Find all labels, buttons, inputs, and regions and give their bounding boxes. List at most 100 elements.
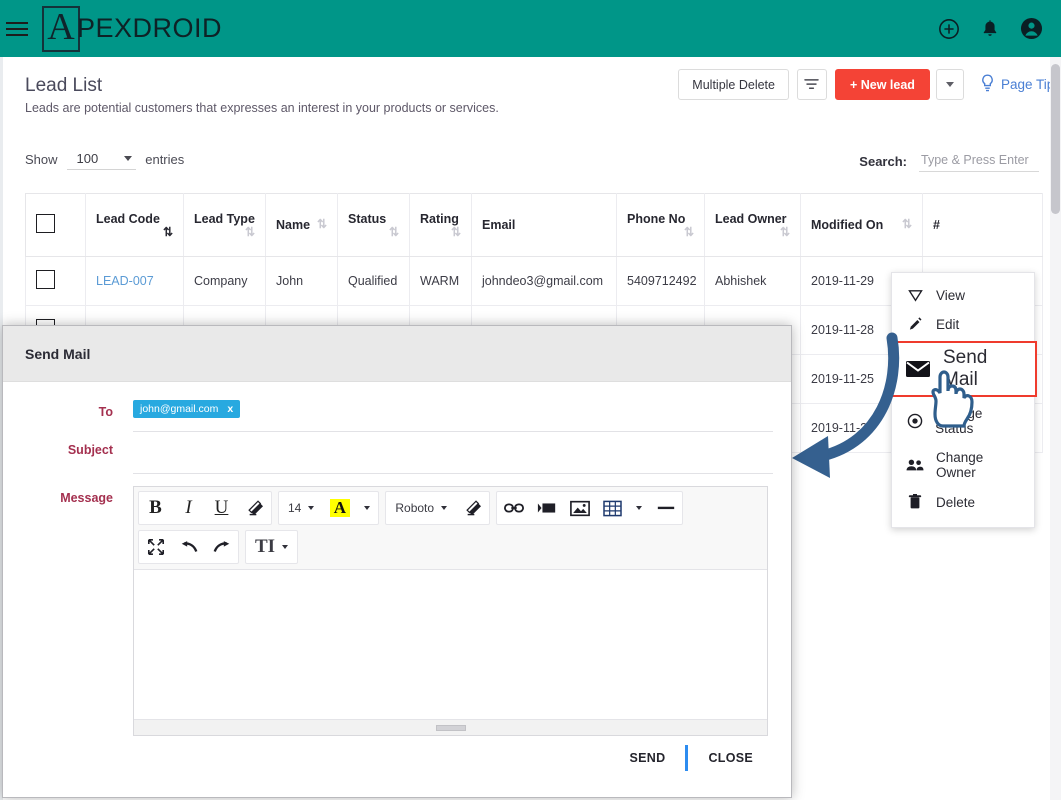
context-menu-label: Edit xyxy=(936,317,960,332)
lead-code-link[interactable]: LEAD-007 xyxy=(96,274,154,288)
column-name[interactable]: Name ⇅ xyxy=(265,193,338,257)
context-menu-item-change-owner[interactable]: Change Owner xyxy=(892,443,1034,487)
chevron-down-icon xyxy=(441,506,448,510)
sort-icon: ⇅ xyxy=(779,225,790,239)
font-size-dropdown[interactable]: 14 xyxy=(279,492,323,524)
column-status[interactable]: Status ⇅ xyxy=(337,193,410,257)
text-style-glyph: TI xyxy=(255,536,276,557)
clear-format-eraser-icon[interactable] xyxy=(238,492,271,524)
table-row[interactable]: LEAD-007 Company John Qualified WARM joh… xyxy=(25,256,1043,306)
select-all-header xyxy=(25,193,86,257)
underline-icon[interactable]: U xyxy=(205,492,238,524)
page-toolbar: Multiple Delete + New lead Page Tips xyxy=(678,69,1061,100)
video-icon[interactable] xyxy=(530,492,563,524)
multiple-delete-button[interactable]: Multiple Delete xyxy=(678,69,789,100)
editor-group-history xyxy=(138,530,239,564)
fullscreen-icon[interactable] xyxy=(139,531,172,563)
cell-name: John xyxy=(265,256,338,306)
undo-icon[interactable] xyxy=(172,531,205,563)
editor-group-font: Roboto xyxy=(385,491,491,525)
image-icon[interactable] xyxy=(563,492,596,524)
context-menu-item-edit[interactable]: Edit xyxy=(892,310,1034,339)
context-menu-label: Delete xyxy=(936,494,976,510)
message-field-row: Message B I U 14 A Roboto TI xyxy=(13,486,781,736)
hamburger-icon[interactable] xyxy=(2,21,36,36)
show-label: Show xyxy=(25,152,58,167)
view-triangle-icon xyxy=(906,289,924,302)
send-button[interactable]: SEND xyxy=(616,745,680,771)
horizontal-rule-icon[interactable] xyxy=(649,492,682,524)
account-circle-icon[interactable] xyxy=(1020,17,1043,40)
editor-resize-handle[interactable] xyxy=(134,719,767,735)
text-highlight-color-icon[interactable]: A xyxy=(323,492,356,524)
remove-format-eraser-icon[interactable] xyxy=(456,492,489,524)
entries-dropdown[interactable]: 100 xyxy=(66,149,137,170)
select-all-checkbox[interactable] xyxy=(36,214,55,233)
lightbulb-icon xyxy=(980,74,995,95)
table-icon[interactable] xyxy=(596,492,629,524)
column-label: Email xyxy=(482,218,516,232)
sort-icon: ⇅ xyxy=(162,225,173,239)
column-modified-on[interactable]: Modified On ⇅ xyxy=(800,193,923,257)
search-input[interactable] xyxy=(919,151,1039,172)
to-input[interactable]: john@gmail.com x xyxy=(133,400,773,432)
cell-email: johndeo3@gmail.com xyxy=(471,256,617,306)
link-icon[interactable] xyxy=(497,492,530,524)
subject-label: Subject xyxy=(67,443,113,457)
column-lead-type[interactable]: Lead Type ⇅ xyxy=(183,193,266,257)
sort-icon: ⇅ xyxy=(901,217,912,231)
redo-icon[interactable] xyxy=(205,531,238,563)
column-rating[interactable]: Rating ⇅ xyxy=(409,193,472,257)
editor-group-size-color: 14 A xyxy=(278,491,380,525)
column-label: Lead Code xyxy=(96,212,160,226)
sort-icon: ⇅ xyxy=(388,225,399,239)
page-header: Lead List Leads are potential customers … xyxy=(3,57,1061,115)
add-circle-icon[interactable] xyxy=(938,18,960,40)
table-header-row: Lead Code ⇅ Lead Type ⇅ Name ⇅ Status ⇅ Rati… xyxy=(25,193,1043,257)
column-actions: # xyxy=(922,193,1043,257)
message-textarea[interactable] xyxy=(134,569,767,719)
context-menu-item-delete[interactable]: Delete xyxy=(892,487,1034,517)
modal-footer: SEND CLOSE xyxy=(3,745,791,797)
page-tips-link[interactable]: Page Tips xyxy=(980,74,1061,95)
recipient-email: john@gmail.com xyxy=(140,403,219,415)
bold-icon[interactable]: B xyxy=(139,492,172,524)
recipient-chip[interactable]: john@gmail.com x xyxy=(133,400,241,418)
notifications-bell-icon[interactable] xyxy=(980,18,1000,40)
highlight-letter: A xyxy=(329,498,350,518)
filter-icon[interactable] xyxy=(796,69,827,100)
context-menu-item-view[interactable]: View xyxy=(892,281,1034,310)
page-scrollbar-thumb[interactable] xyxy=(1051,64,1060,214)
column-lead-code[interactable]: Lead Code ⇅ xyxy=(85,193,184,257)
table-dropdown-icon[interactable] xyxy=(629,492,649,524)
column-label: Lead Type xyxy=(194,212,255,226)
italic-icon[interactable]: I xyxy=(172,492,205,524)
column-email[interactable]: Email xyxy=(471,193,617,257)
pointing-hand-cursor xyxy=(925,368,979,433)
column-phone-no[interactable]: Phone No ⇅ xyxy=(616,193,705,257)
page-subtitle: Leads are potential customers that expre… xyxy=(25,101,499,115)
font-family-dropdown[interactable]: Roboto xyxy=(386,492,456,524)
cell-rating: WARM xyxy=(409,256,472,306)
column-label: Lead Owner xyxy=(715,212,787,226)
add-new-lead-button[interactable]: + New lead xyxy=(834,69,930,100)
subject-input[interactable] xyxy=(133,438,773,474)
footer-divider xyxy=(685,745,689,771)
font-size-value: 14 xyxy=(288,501,302,515)
to-label: To xyxy=(98,405,113,419)
logo-text: PEXDROID xyxy=(77,13,223,43)
column-lead-owner[interactable]: Lead Owner ⇅ xyxy=(704,193,801,257)
row-checkbox[interactable] xyxy=(36,270,55,289)
chip-remove-icon[interactable]: x xyxy=(227,403,233,415)
close-button[interactable]: CLOSE xyxy=(694,745,767,771)
sort-icon: ⇅ xyxy=(244,225,255,239)
curved-arrow-icon xyxy=(780,330,910,493)
table-controls: Show 100 entries Search: xyxy=(3,149,1061,187)
app-logo[interactable]: A PEXDROID xyxy=(42,5,223,52)
entries-label: entries xyxy=(145,152,185,167)
context-menu-label: Change Owner xyxy=(936,450,984,480)
highlight-color-dropdown-icon[interactable] xyxy=(356,492,378,524)
text-style-icon[interactable]: TI xyxy=(246,531,297,563)
chevron-down-icon[interactable] xyxy=(935,69,964,100)
subject-field-row: Subject xyxy=(13,438,781,474)
